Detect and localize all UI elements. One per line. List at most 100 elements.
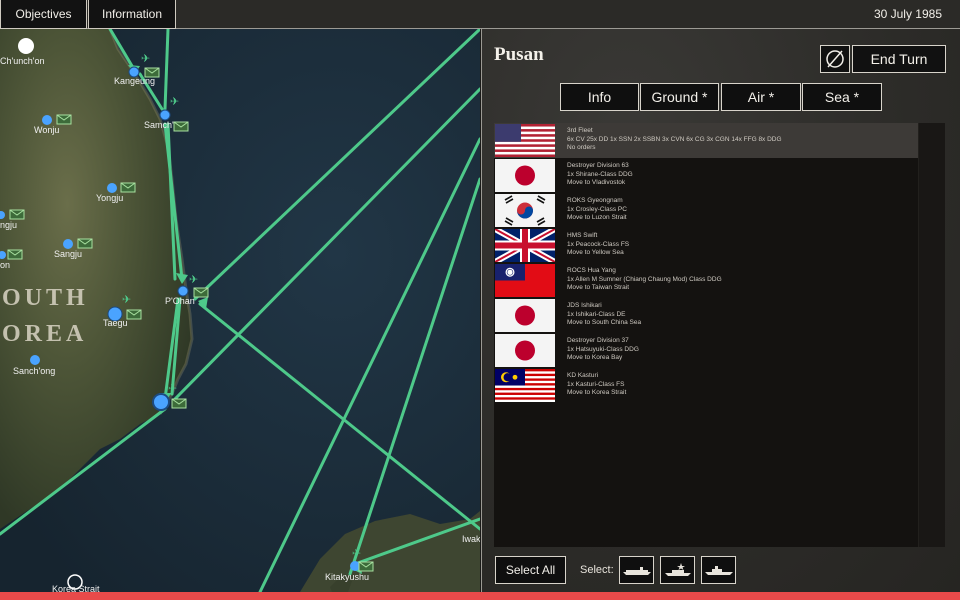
game-date: 30 July 1985 xyxy=(873,7,942,21)
supply-icon xyxy=(120,182,136,193)
supply-icon xyxy=(56,114,72,125)
supply-icon xyxy=(173,121,189,132)
unit-orders: Move to Korea Strait xyxy=(567,389,627,397)
unit-name: JDS Ishikari xyxy=(567,302,602,309)
tab-air[interactable]: Air * xyxy=(721,83,801,111)
select-all-button[interactable]: Select All xyxy=(495,556,566,584)
supply-icon xyxy=(7,249,23,260)
port-title: Pusan xyxy=(494,44,544,65)
information-button[interactable]: Information xyxy=(88,0,176,29)
unit-row[interactable]: JDS Ishikari 1x Ishikari-Class DE Move to … xyxy=(494,298,918,333)
supply-icon xyxy=(144,67,160,78)
city-label-cut3: Iwak xyxy=(462,534,480,544)
flag-uk-icon xyxy=(495,229,555,262)
carrier-icon xyxy=(622,567,651,575)
unit-row[interactable]: Destroyer Division 63 1x Shirane-Class DD… xyxy=(494,158,918,193)
city-label-cut2: on xyxy=(0,260,10,270)
unit-row[interactable]: ROCS Hua Yang 1x Allen M Sumner (Chiang C… xyxy=(494,263,918,298)
warship-icon xyxy=(704,566,733,575)
unit-composition: 6x CV 25x DD 1x SSN 2x SSBN 3x CVN 6x CG… xyxy=(567,135,782,143)
select-warships-button[interactable] xyxy=(701,556,736,584)
airbase-icon: ✈ xyxy=(141,52,150,65)
unit-orders: Move to South China Sea xyxy=(567,319,642,327)
unit-composition: 1x Kasturi-Class FS xyxy=(567,380,625,388)
unit-row[interactable]: Destroyer Division 37 1x Hatsuyuki-Class … xyxy=(494,333,918,368)
strategic-map[interactable]: OUTH OREA Ch'unch'on Kangeung Samch'ok W… xyxy=(0,29,480,592)
flag-malaysia-icon xyxy=(495,369,555,402)
city-label-cut1: ngju xyxy=(0,220,17,230)
city-label-korea-strait: Korea Strait xyxy=(52,584,100,592)
unit-orders: Move to Korea Bay xyxy=(567,354,623,362)
unit-orders: Move to Yellow Sea xyxy=(567,249,624,257)
unit-composition: 1x Ishikari-Class DE xyxy=(567,310,626,318)
tab-sea[interactable]: Sea * xyxy=(802,83,882,111)
unit-list-scrollbar[interactable] xyxy=(918,123,945,547)
end-turn-button[interactable]: End Turn xyxy=(852,45,946,73)
unit-row[interactable]: 3rd Fleet 6x CV 25x DD 1x SSN 2x SSBN 3x … xyxy=(494,123,918,158)
bottom-status-strip xyxy=(0,592,960,600)
unit-composition: 1x Allen M Sumner (Chiang Chaung Mod) Cl… xyxy=(567,275,722,283)
unit-name: KD Kasturi xyxy=(567,372,599,379)
unit-row[interactable]: KD Kasturi 1x Kasturi-Class FS Move to Kor… xyxy=(494,368,918,403)
unit-orders: Move to Luzon Strait xyxy=(567,214,627,222)
city-dot xyxy=(107,183,117,193)
city-label-pohang: P'Ohan xyxy=(165,296,195,306)
flag-japan-icon xyxy=(495,159,555,192)
supply-icon xyxy=(193,287,209,298)
unit-list: 3rd Fleet 6x CV 25x DD 1x SSN 2x SSBN 3x … xyxy=(494,123,945,547)
supply-icon xyxy=(9,209,25,220)
unit-name: ROKS Gyeongnam xyxy=(567,197,623,204)
airbase-icon: ✈ xyxy=(352,547,361,560)
city-label-chunchon: Ch'unch'on xyxy=(0,56,44,66)
airbase-icon: ✈ xyxy=(168,382,177,395)
city-dot xyxy=(30,355,40,365)
cancel-orders-button[interactable] xyxy=(820,45,850,73)
select-carriers-button[interactable] xyxy=(619,556,654,584)
flag-south-korea-icon xyxy=(495,194,555,227)
airbase-icon: ✈ xyxy=(189,273,198,286)
flag-usa-icon xyxy=(495,124,555,157)
flag-japan-icon xyxy=(495,299,555,332)
city-label-yongju: Yongju xyxy=(96,193,123,203)
unit-orders: Move to Vladivostok xyxy=(567,179,626,187)
tab-info[interactable]: Info xyxy=(560,83,639,111)
flag-japan-icon xyxy=(495,334,555,367)
unit-row[interactable]: HMS Swift 1x Peacock-Class FS Move to Yell… xyxy=(494,228,918,263)
unit-composition: 1x Crosley-Class PC xyxy=(567,205,627,213)
no-orders-icon xyxy=(826,50,844,68)
city-label-taegu: Taegu xyxy=(103,318,128,328)
tab-ground[interactable]: Ground * xyxy=(640,83,719,111)
unit-composition: 1x Shirane-Class DDG xyxy=(567,170,633,178)
city-dot xyxy=(159,109,171,121)
city-label-kitakyushu: Kitakyushu xyxy=(325,572,369,582)
city-label-sangju: Sangju xyxy=(54,249,82,259)
objectives-button[interactable]: Objectives xyxy=(0,0,87,29)
airbase-icon: ✈ xyxy=(170,95,179,108)
supply-icon xyxy=(171,398,187,409)
supply-icon xyxy=(126,309,142,320)
city-dot xyxy=(63,239,73,249)
select-aircraft-ships-button[interactable] xyxy=(660,556,695,584)
city-label-sanchong: Sanch'ong xyxy=(13,366,55,376)
city-dot xyxy=(177,285,189,297)
port-panel: Pusan End Turn Info Ground * Air * Sea *… xyxy=(481,29,960,592)
unit-composition: 1x Peacock-Class FS xyxy=(567,240,630,248)
city-dot xyxy=(42,115,52,125)
top-bar: Objectives Information 30 July 1985 xyxy=(0,0,960,29)
selected-port-pusan xyxy=(152,393,170,411)
city-label-wonju: Wonju xyxy=(34,125,59,135)
unit-row[interactable]: ROKS Gyeongnam 1x Crosley-Class PC Move to… xyxy=(494,193,918,228)
airbase-icon: ✈ xyxy=(122,293,131,306)
select-label: Select: xyxy=(580,564,614,576)
region-label-line2: OREA xyxy=(2,321,87,347)
flag-taiwan-icon xyxy=(495,264,555,297)
region-label-line1: OUTH xyxy=(2,285,89,311)
unit-name: ROCS Hua Yang xyxy=(567,267,616,274)
supply-icon xyxy=(358,561,374,572)
unit-orders: Move to Taiwan Strait xyxy=(567,284,630,292)
unit-orders: No orders xyxy=(567,144,596,152)
aircraft-ship-icon xyxy=(664,563,691,576)
unit-composition: 1x Hatsuyuki-Class DDG xyxy=(567,345,639,353)
supply-icon xyxy=(77,238,93,249)
unit-name: Destroyer Division 37 xyxy=(567,337,629,344)
